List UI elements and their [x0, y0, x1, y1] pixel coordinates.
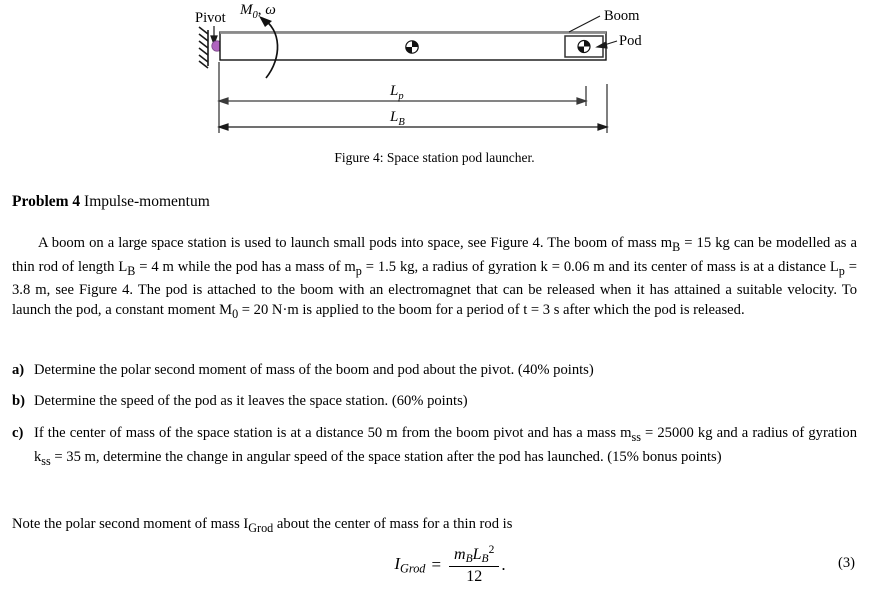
question-item-a: a) Determine the polar second moment of … — [12, 361, 857, 381]
equation-lhs: IGrod — [394, 553, 426, 576]
question-label-b: b) — [12, 393, 25, 409]
equation-fraction: mBLB2 12 — [449, 544, 500, 586]
question-label-a: a) — [12, 362, 25, 378]
problem-heading: Problem 4 Impulse-momentum — [12, 193, 210, 211]
figure-caption: Figure 4: Space station pod launcher. — [334, 150, 535, 165]
problem-heading-title: Impulse-momentum — [84, 193, 210, 210]
wall-support-hatching — [198, 26, 209, 69]
equation-expression: IGrod = mBLB2 12 . — [300, 539, 600, 591]
question-text-c: If the center of mass of the space stati… — [34, 425, 857, 468]
equation-numerator: mBLB2 — [449, 544, 500, 567]
pod-label: Pod — [619, 33, 642, 49]
question-label-c: c) — [12, 425, 24, 441]
figure-space-station-pod-launcher: Pivot Boom M0, ω Pod Lp LB — [0, 0, 869, 145]
dimension-lb-label: LB — [389, 109, 405, 128]
question-text-a: Determine the polar second moment of mas… — [34, 362, 594, 378]
question-item-c: c) If the center of mass of the space st… — [12, 424, 857, 471]
question-item-b: b) Determine the speed of the pod as it … — [12, 392, 857, 412]
pod-center-of-mass-marker — [577, 39, 591, 54]
problem-statement-paragraph: A boom on a large space station is used … — [12, 235, 858, 321]
boom-center-of-mass-marker — [405, 40, 419, 54]
problem-heading-number: Problem 4 — [12, 193, 81, 210]
equation-denominator: 12 — [466, 567, 483, 585]
dimension-lp-label: Lp — [389, 83, 404, 102]
pivot-label: Pivot — [195, 10, 226, 26]
note-line: Note the polar second moment of mass IGr… — [12, 516, 513, 535]
equation-number: (3) — [837, 555, 855, 571]
equation-trailing-period: . — [501, 555, 506, 574]
equation-equals-sign: = — [431, 555, 442, 574]
dimension-lb — [217, 123, 609, 131]
boom-leader-line — [568, 15, 601, 33]
equation-block: IGrod = mBLB2 12 . (3) — [0, 539, 869, 591]
moment-symbol-label: M0, ω — [239, 2, 276, 21]
figure-svg: Pivot Boom M0, ω Pod Lp LB — [195, 2, 642, 133]
boom-label: Boom — [604, 8, 640, 24]
question-text-b: Determine the speed of the pod as it lea… — [34, 393, 468, 409]
